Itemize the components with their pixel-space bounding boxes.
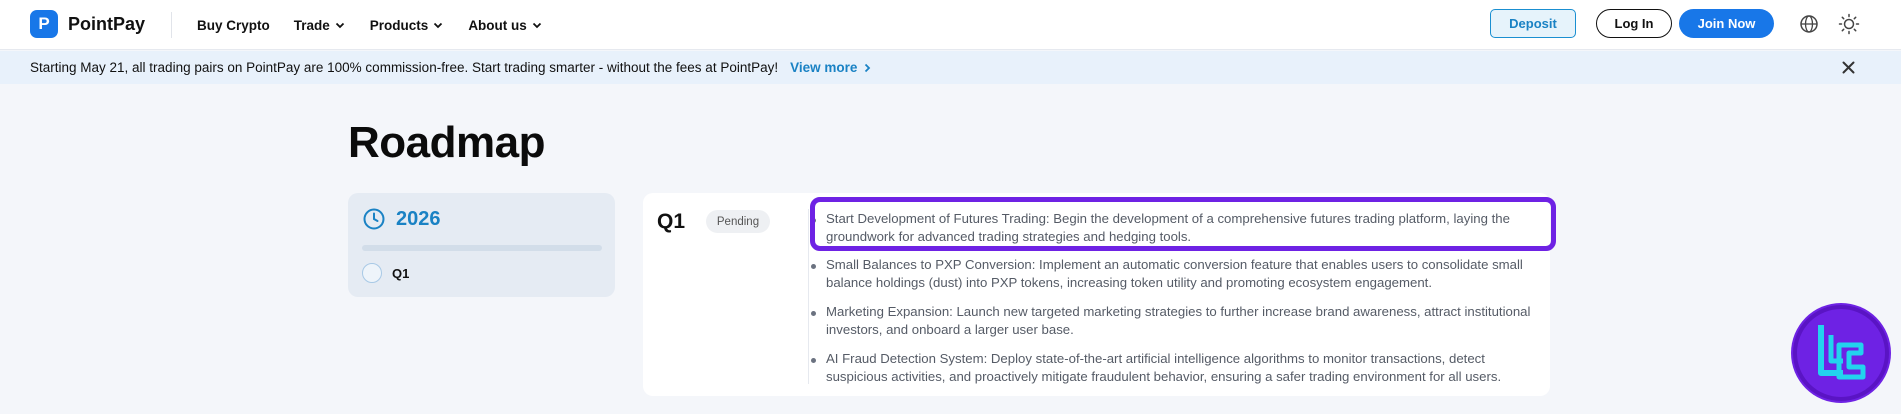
deposit-button[interactable]: Deposit	[1490, 9, 1576, 38]
header-divider	[171, 12, 172, 38]
view-more-label: View more	[790, 60, 858, 75]
main-nav: Buy Crypto Trade Products About us	[197, 0, 567, 50]
roadmap-task: Marketing Expansion: Launch new targeted…	[811, 303, 1541, 339]
year-selector[interactable]: 2026	[362, 207, 441, 231]
nav-about-us[interactable]: About us	[468, 18, 543, 33]
pointpay-logo[interactable]: P PointPay	[30, 10, 145, 38]
close-icon[interactable]	[1840, 59, 1857, 76]
chevron-down-icon	[532, 22, 541, 29]
chevron-right-icon	[865, 63, 871, 72]
status-badge: Pending	[706, 210, 770, 233]
join-now-button[interactable]: Join Now	[1679, 9, 1774, 38]
view-more-link[interactable]: View more	[790, 60, 873, 75]
logo-mark: P	[30, 10, 58, 38]
announcement-banner: Starting May 21, all trading pairs on Po…	[0, 51, 1901, 84]
quarter-status-circle	[362, 263, 382, 283]
roadmap-task: Small Balances to PXP Conversion: Implem…	[811, 256, 1541, 292]
page-title: Roadmap	[348, 118, 545, 167]
year-progress-track	[362, 245, 602, 251]
logo-text: PointPay	[68, 13, 146, 34]
top-header: P PointPay Buy Crypto Trade Products Abo…	[0, 0, 1901, 50]
roadmap-task: Start Development of Futures Trading: Be…	[811, 210, 1541, 246]
quarter-detail-card: Q1 Pending Start Development of Futures …	[643, 193, 1550, 396]
nav-trade[interactable]: Trade	[294, 18, 346, 33]
detail-quarter-title: Q1	[657, 210, 686, 233]
year-card: 2026 Q1	[348, 193, 615, 297]
detail-divider	[808, 209, 809, 384]
nav-trade-label: Trade	[293, 17, 330, 33]
roadmap-task: AI Fraud Detection System: Deploy state-…	[811, 350, 1541, 386]
login-button[interactable]: Log In	[1596, 9, 1672, 38]
year-label: 2026	[396, 207, 441, 230]
nav-buy-crypto[interactable]: Buy Crypto	[197, 18, 270, 33]
watermark-logo	[1791, 303, 1891, 403]
nav-buy-crypto-label: Buy Crypto	[197, 17, 270, 33]
watermark-glyph-icon	[1793, 305, 1889, 401]
quarter-item-q1[interactable]: Q1	[362, 263, 409, 283]
clock-icon	[363, 208, 385, 230]
quarter-label: Q1	[392, 265, 410, 281]
globe-icon[interactable]	[1798, 13, 1820, 35]
nav-products[interactable]: Products	[370, 18, 445, 33]
banner-text: Starting May 21, all trading pairs on Po…	[30, 60, 779, 75]
sun-icon[interactable]	[1838, 13, 1860, 35]
nav-about-us-label: About us	[468, 17, 527, 33]
chevron-down-icon	[434, 22, 443, 29]
chevron-down-icon	[335, 22, 344, 29]
nav-products-label: Products	[369, 17, 429, 33]
